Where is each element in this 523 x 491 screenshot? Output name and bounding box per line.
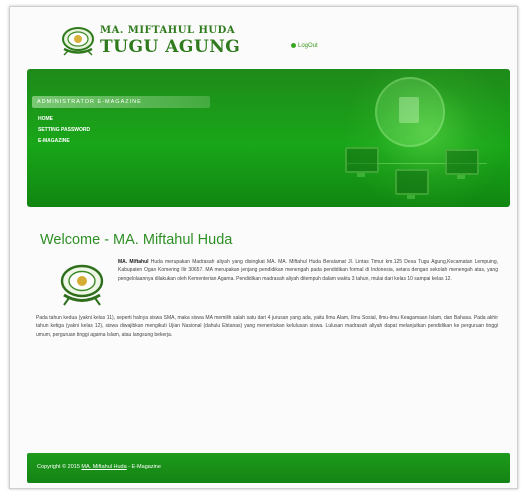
- logo-title-line1: MA. MIFTAHUL HUDA: [100, 25, 236, 36]
- computer-icon: [445, 149, 479, 179]
- admin-banner: ADMINISTRATOR E-MAGAZINE HOME SETTING PA…: [27, 69, 510, 207]
- admin-panel-title: ADMINISTRATOR E-MAGAZINE: [32, 96, 210, 108]
- school-name-bold: MA. Miftahul: [118, 259, 149, 265]
- copyright-text: Copyright © 2015 MA. Miftahul Huda - E-M…: [37, 464, 161, 470]
- site-footer: Copyright © 2015 MA. Miftahul Huda - E-M…: [27, 453, 510, 483]
- intro-paragraph-text: Huda merupakan Madrasah aliyah yang disi…: [118, 259, 498, 282]
- school-logo-icon: [62, 27, 94, 56]
- logout-link[interactable]: LogOut: [291, 43, 318, 49]
- logo-title-line2: TUGU AGUNG: [100, 37, 241, 57]
- logout-label: LogOut: [298, 43, 318, 50]
- page-title: Welcome - MA. Miftahul Huda: [40, 232, 233, 248]
- detail-paragraph: Pada tahun kedua (yakni kelas 11), seper…: [36, 315, 498, 338]
- banner-document-graphic: [375, 77, 445, 147]
- logout-icon: [291, 43, 296, 48]
- site-header: MA. MIFTAHUL HUDA TUGU AGUNG LogOut: [10, 7, 517, 65]
- computer-icon: [395, 169, 429, 199]
- footer-school-link[interactable]: MA. Miftahul Huda: [81, 464, 126, 470]
- copyright-suffix: - E-Magazine: [126, 464, 161, 470]
- intro-paragraph: MA. Miftahul Huda merupakan Madrasah ali…: [118, 258, 498, 283]
- admin-menu: HOME SETTING PASSWORD E-MAGAZINE: [38, 114, 90, 147]
- page-container: MA. MIFTAHUL HUDA TUGU AGUNG LogOut ADMI…: [9, 6, 518, 489]
- copyright-prefix: Copyright © 2015: [37, 464, 82, 470]
- menu-item-home[interactable]: HOME: [38, 114, 90, 125]
- menu-item-setting-password[interactable]: SETTING PASSWORD: [38, 125, 90, 136]
- computer-icon: [345, 147, 379, 177]
- school-emblem-icon: [60, 264, 104, 306]
- menu-item-e-magazine[interactable]: E-MAGAZINE: [38, 136, 90, 147]
